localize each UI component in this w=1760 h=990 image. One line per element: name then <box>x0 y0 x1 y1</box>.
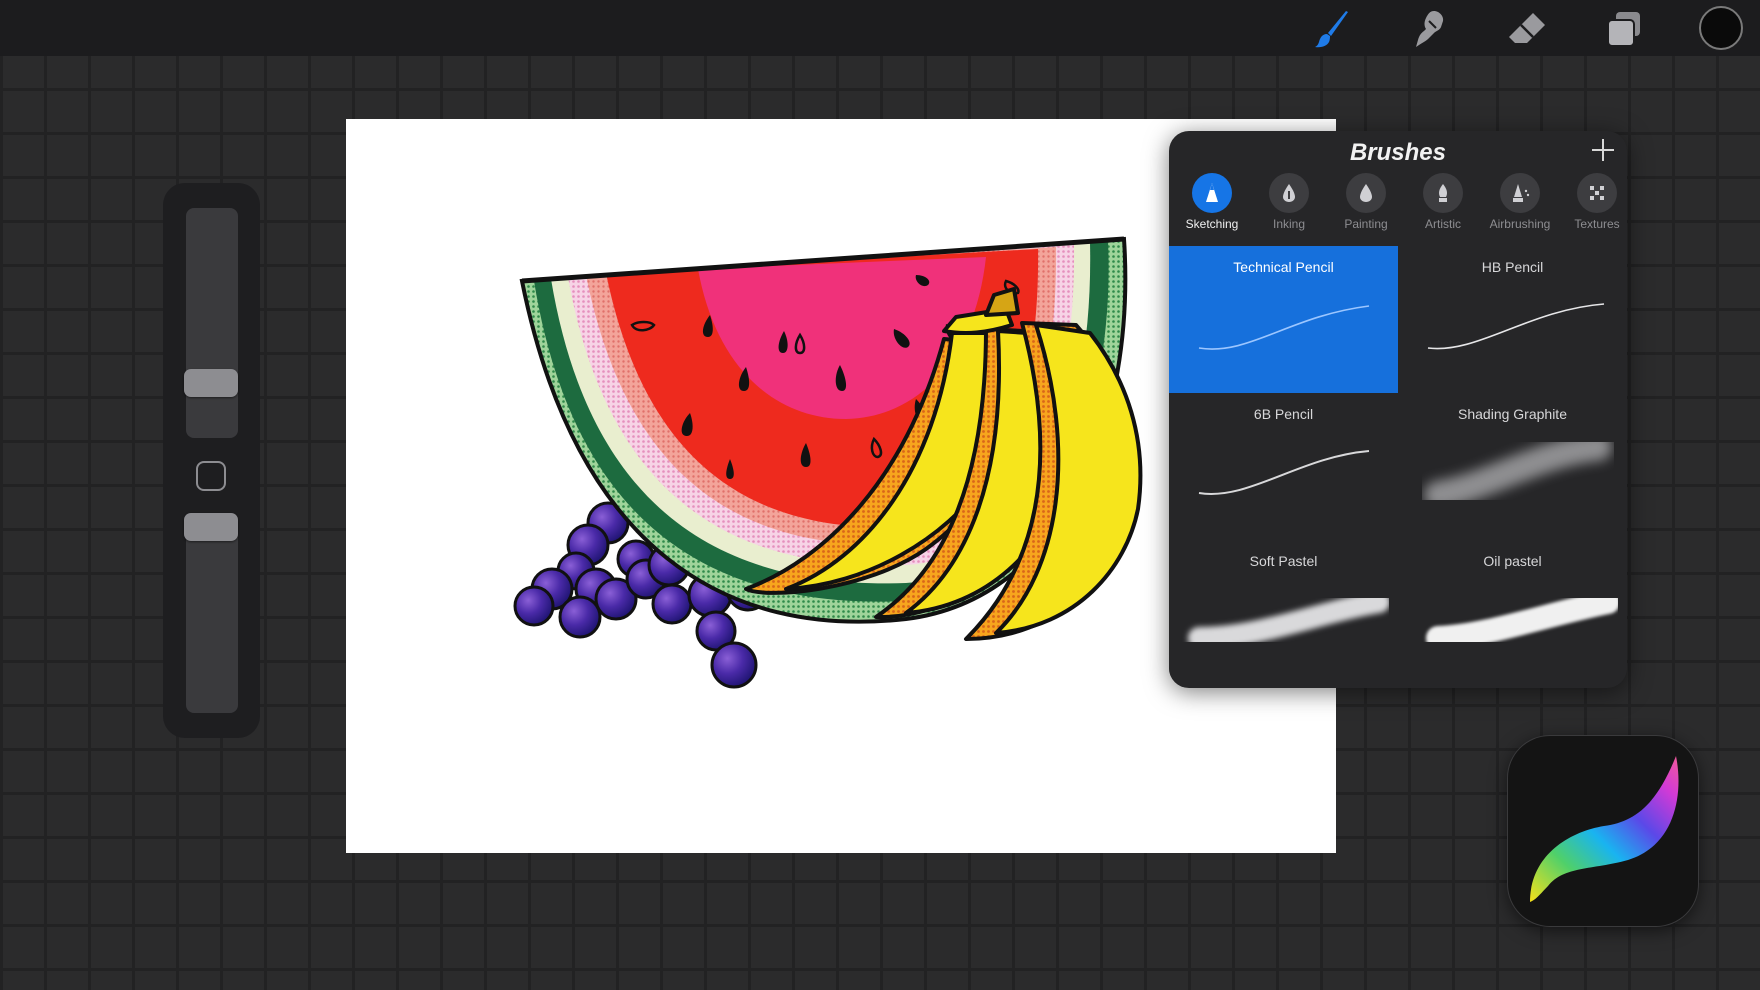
brush-stroke-preview <box>1198 450 1370 495</box>
artistic-nib-icon <box>1439 184 1447 202</box>
texture-icon <box>1590 186 1604 200</box>
brush-stroke-preview <box>1188 591 1389 649</box>
smudge-tool-button[interactable] <box>1408 7 1452 51</box>
top-toolbar <box>0 0 1760 56</box>
category-airbrushing[interactable]: Airbrushing <box>1480 171 1556 231</box>
smudge-icon <box>1416 11 1444 47</box>
layers-icon <box>1607 12 1640 47</box>
brush-item-shading-graphite[interactable]: Shading Graphite <box>1398 393 1627 540</box>
opacity-slider-thumb[interactable] <box>184 513 238 541</box>
category-painting[interactable]: Painting <box>1326 171 1402 231</box>
category-sketching[interactable]: Sketching <box>1172 171 1248 231</box>
brush-tool-button[interactable] <box>1310 7 1354 51</box>
brush-size-slider[interactable] <box>186 208 238 438</box>
brush-library-title: Brushes <box>1349 139 1447 166</box>
brush-stroke-preview <box>1424 433 1612 509</box>
brush-name: Shading Graphite <box>1458 406 1567 422</box>
paint-drop-icon <box>1360 184 1372 202</box>
category-artistic[interactable]: Artistic <box>1403 171 1479 231</box>
category-inking[interactable]: Inking <box>1249 171 1325 231</box>
category-label: Artistic <box>1425 217 1461 231</box>
category-label: Textures <box>1574 217 1620 231</box>
left-sidebar <box>163 183 260 738</box>
airbrush-icon <box>1513 184 1530 202</box>
modify-button[interactable] <box>196 461 226 491</box>
category-label: Inking <box>1272 217 1306 231</box>
brush-item-oil-pastel[interactable]: Oil pastel <box>1398 540 1627 687</box>
brush-name: Technical Pencil <box>1233 259 1334 275</box>
brush-item-6b-pencil[interactable]: 6B Pencil <box>1169 393 1398 540</box>
brush-name: HB Pencil <box>1481 259 1544 275</box>
layers-tool-button[interactable] <box>1602 7 1646 51</box>
brush-name: Soft Pastel <box>1249 553 1318 569</box>
brush-name: Oil pastel <box>1483 553 1542 569</box>
category-label: Sketching <box>1185 217 1239 231</box>
brush-size-slider-thumb[interactable] <box>184 369 238 397</box>
brush-stroke-preview <box>1426 590 1618 650</box>
brush-item-hb-pencil[interactable]: HB Pencil <box>1398 246 1627 393</box>
brush-stroke-preview <box>1198 305 1370 350</box>
brush-item-technical-pencil[interactable]: Technical Pencil <box>1169 246 1398 393</box>
ink-drop-icon <box>1283 184 1295 202</box>
pencil-nib-icon <box>1206 183 1218 202</box>
category-label: Painting <box>1344 217 1388 231</box>
eraser-icon <box>1509 13 1545 43</box>
eraser-tool-button[interactable] <box>1505 7 1549 51</box>
color-picker-button[interactable] <box>1699 6 1743 50</box>
brush-item-soft-pastel[interactable]: Soft Pastel <box>1169 540 1398 687</box>
plus-icon[interactable] <box>1588 135 1618 165</box>
brush-name: 6B Pencil <box>1253 406 1314 422</box>
brush-icon <box>1315 11 1348 48</box>
category-textures[interactable]: Textures <box>1557 171 1627 231</box>
brush-list: Technical Pencil HB Pencil 6B Pencil Sha… <box>1169 246 1627 688</box>
category-label: Airbrushing <box>1489 217 1551 231</box>
brush-category-bar: Sketching Inking Painting Artistic Airbr… <box>1169 171 1627 231</box>
procreate-logo-icon <box>1530 756 1679 902</box>
brush-library-panel: Brushes Sketching Inking Painting Artist… <box>1169 131 1627 688</box>
brush-stroke-preview <box>1427 303 1605 350</box>
opacity-slider[interactable] <box>186 513 238 713</box>
procreate-app-icon <box>1508 736 1698 926</box>
